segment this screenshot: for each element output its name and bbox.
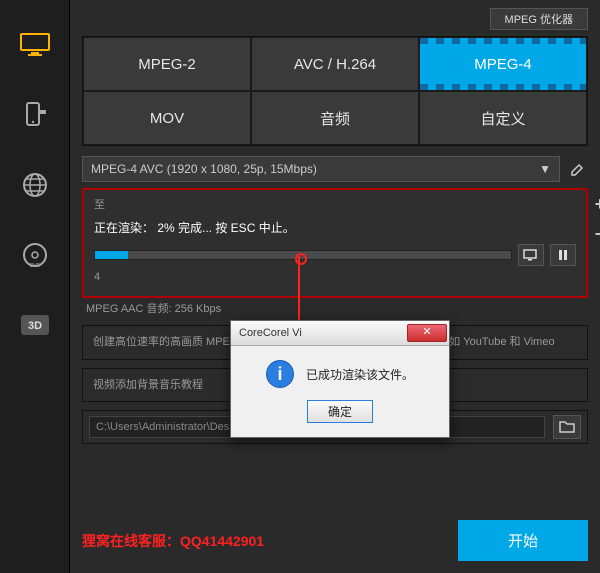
sidebar-item-3d[interactable]: 3D (14, 310, 56, 340)
preset-label: MPEG-4 AVC (1920 x 1080, 25p, 15Mbps) (91, 162, 317, 176)
dialog-close-button[interactable]: ✕ (407, 324, 447, 342)
preview-button[interactable] (518, 244, 544, 266)
start-button[interactable]: 开始 (458, 520, 588, 561)
sidebar-item-web[interactable] (14, 170, 56, 200)
dialog-title-text: CoreCorel Vi (239, 327, 302, 339)
format-mpeg2[interactable]: MPEG-2 (83, 37, 251, 91)
render-panel: + − 至 正在渲染： 2% 完成... 按 ESC 中止。 4 (82, 188, 588, 298)
audio-info: MPEG AAC 音频: 256 Kbps (86, 302, 588, 317)
edit-preset-button[interactable] (568, 159, 588, 179)
progress-fill (95, 251, 128, 259)
meta-line-4: 4 (94, 270, 576, 285)
format-mov[interactable]: MOV (83, 91, 251, 145)
success-dialog: CoreCorel Vi ✕ i 已成功渲染该文件。 确定 (230, 320, 450, 438)
optimizer-tag[interactable]: MPEG 优化器 (490, 8, 588, 30)
format-avc[interactable]: AVC / H.264 (251, 37, 419, 91)
pause-button[interactable] (550, 244, 576, 266)
svg-text:3D: 3D (27, 320, 41, 332)
preset-select[interactable]: MPEG-4 AVC (1920 x 1080, 25p, 15Mbps) ▼ (82, 156, 560, 182)
sidebar-item-mobile[interactable] (14, 100, 56, 130)
dialog-message: 已成功渲染该文件。 (306, 366, 414, 383)
add-button[interactable]: + (590, 194, 600, 214)
format-grid: MPEG-2 AVC / H.264 MPEG-4 MOV 音频 自定义 (82, 36, 588, 146)
main-panel: MPEG 优化器 MPEG-2 AVC / H.264 MPEG-4 MOV 音… (70, 0, 600, 573)
render-status: 正在渲染： 2% 完成... 按 ESC 中止。 (94, 219, 576, 236)
format-mpeg4[interactable]: MPEG-4 (419, 37, 587, 91)
remove-button[interactable]: − (590, 224, 600, 244)
progress-bar (94, 250, 512, 260)
dialog-ok-button[interactable]: 确定 (307, 400, 373, 423)
meta-line-1: 至 (94, 198, 576, 213)
sidebar-item-disc[interactable]: DVD (14, 240, 56, 270)
svg-text:DVD: DVD (29, 263, 40, 268)
watermark-text: 狸窝在线客服：QQ41442901 (82, 531, 264, 551)
browse-folder-button[interactable] (553, 415, 581, 439)
format-custom[interactable]: 自定义 (419, 91, 587, 145)
info-icon: i (266, 360, 294, 388)
sidebar: DVD 3D (0, 0, 70, 573)
format-audio[interactable]: 音频 (251, 91, 419, 145)
chevron-down-icon: ▼ (539, 162, 551, 176)
sidebar-item-monitor[interactable] (14, 30, 56, 60)
